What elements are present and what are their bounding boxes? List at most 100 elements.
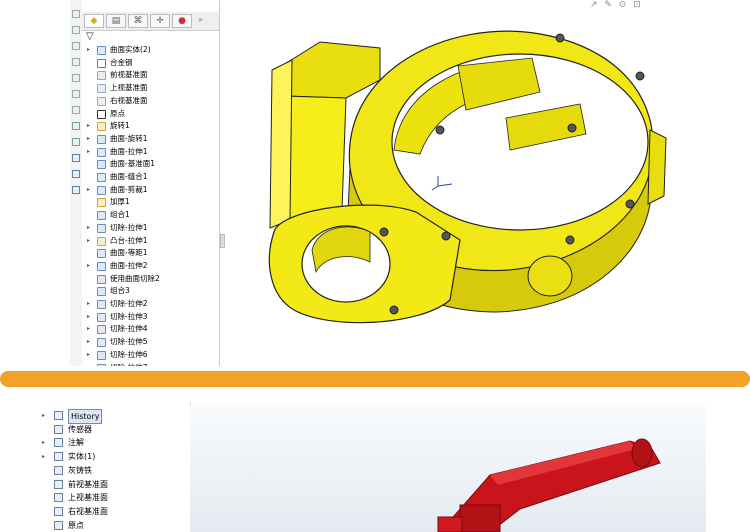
feature-tree-item-label: 曲面-基准面1 xyxy=(110,159,155,169)
feature-tree-item-label: 原点 xyxy=(110,108,125,118)
offset-surface-icon xyxy=(97,249,106,259)
expand-arrow-icon[interactable]: ▸ xyxy=(87,146,93,158)
solid-bodies-icon xyxy=(54,452,63,462)
dimxpert-tab-icon[interactable]: ✛ xyxy=(150,14,170,28)
doc-icon[interactable] xyxy=(72,106,80,114)
knit-surface-icon xyxy=(97,173,106,182)
tool-icon[interactable] xyxy=(72,138,80,146)
feature-tree-item-label: 切除-拉伸6 xyxy=(110,349,148,359)
doc-icon[interactable] xyxy=(72,42,80,50)
cut-extrude-icon xyxy=(97,312,106,322)
doc-icon[interactable] xyxy=(72,58,80,66)
configuration-tab-icon[interactable]: ⌘ xyxy=(128,14,148,28)
expand-arrow-icon[interactable]: ▸ xyxy=(87,222,93,234)
origin-icon xyxy=(97,109,106,119)
feature-tree-item-label: 旋转1 xyxy=(110,121,130,131)
expand-arrow-icon[interactable]: ▸ xyxy=(87,44,93,56)
bottom-tree-item-label: 注解 xyxy=(68,438,84,448)
feature-tree-item-label: 曲面-拉伸1 xyxy=(110,146,148,156)
plane-icon xyxy=(97,96,106,106)
tool-icon[interactable] xyxy=(72,154,80,162)
tool-icon[interactable] xyxy=(72,122,80,130)
expand-arrow-icon[interactable]: ▸ xyxy=(87,133,93,145)
surface-bodies-icon xyxy=(97,46,106,55)
feature-tree-item-label: 加厚1 xyxy=(110,197,130,207)
feature-tree-item-label: 凸台-拉伸1 xyxy=(110,235,148,245)
feature-manager-tabs: ◆ ▤ ⌘ ✛ ● » xyxy=(82,12,219,31)
doc-icon[interactable] xyxy=(72,90,80,98)
doc-icon[interactable] xyxy=(72,26,80,34)
expand-arrow-icon[interactable]: ▸ xyxy=(87,362,93,367)
feature-tree-item-label: 组合3 xyxy=(110,286,130,296)
bottom-tree-item-label: 右视基准面 xyxy=(68,506,108,516)
new-doc-icon[interactable] xyxy=(72,10,80,18)
expand-arrow-icon[interactable]: ▸ xyxy=(42,436,45,449)
expand-arrow-icon[interactable]: ▸ xyxy=(87,184,93,196)
filter-icon[interactable]: ▽ xyxy=(86,31,94,42)
expand-arrow-icon[interactable]: ▸ xyxy=(87,336,93,348)
feature-tree-item-label: 上视基准面 xyxy=(110,83,148,93)
feature-tree-item-label: 曲面实体(2) xyxy=(110,45,151,54)
plane-icon xyxy=(97,71,106,81)
expand-arrow-icon[interactable]: ▸ xyxy=(87,349,93,361)
feature-tree-item-label: 曲面-剪裁1 xyxy=(110,184,148,194)
cut-extrude-icon xyxy=(97,325,106,335)
surface-revolve-icon xyxy=(97,134,106,144)
feature-tree-tab-icon[interactable]: ◆ xyxy=(84,14,104,28)
expand-arrow-icon[interactable]: ▸ xyxy=(42,450,45,463)
feature-tree-item-label: 切除-拉伸2 xyxy=(110,299,148,308)
plane-icon xyxy=(54,493,63,503)
surface-cut-icon xyxy=(97,274,106,284)
view-toolbar-icon[interactable]: ↗ ✎ ⊙ ⊡ xyxy=(590,0,643,10)
display-manager-tab-icon[interactable]: ● xyxy=(172,14,192,28)
tool-icon[interactable] xyxy=(72,186,80,194)
expand-arrow-icon[interactable]: ▸ xyxy=(87,120,93,132)
expand-arrow-icon[interactable]: ▸ xyxy=(87,298,93,310)
expand-panel-icon[interactable]: » xyxy=(198,15,203,24)
plane-icon xyxy=(97,84,106,94)
origin-icon xyxy=(54,520,63,530)
cut-extrude-icon xyxy=(97,363,106,366)
plane-icon xyxy=(54,506,63,516)
planar-surface-icon xyxy=(97,160,106,170)
bottom-tree-item-label: 灰铸铁 xyxy=(68,465,92,475)
feature-tree-item-label: 曲面-旋转1 xyxy=(110,133,148,143)
feature-tree-item-label: 切除-拉伸4 xyxy=(110,324,148,334)
orange-divider xyxy=(0,371,750,387)
top-screenshot: ◆ ▤ ⌘ ✛ ● » ▽ ▸ 曲面实体(2) 合金钢 前视基准面 上视基准面 右视基准面… xyxy=(70,0,674,366)
trim-surface-icon xyxy=(97,185,106,195)
expand-arrow-icon[interactable]: ▸ xyxy=(87,311,93,323)
history-icon xyxy=(54,411,63,420)
bottom-tree-item-label: 前视基准面 xyxy=(68,479,108,489)
bottom-tree-item-label: 原点 xyxy=(68,520,84,530)
cut-extrude-icon xyxy=(97,223,106,233)
expand-arrow-icon[interactable]: ▸ xyxy=(87,260,93,272)
bottom-graphics-viewport[interactable] xyxy=(190,405,706,532)
bottom-tree-item-label: 实体(1) xyxy=(68,452,96,462)
thicken-icon xyxy=(97,198,106,208)
surface-extrude-icon xyxy=(97,261,106,271)
bottom-screenshot: ▸ History 传感器 ▸ 注解 ▸ 实体(1) 灰铸铁 前视基准面 上视基准面 右视基准面 原点 xyxy=(40,401,706,532)
expand-arrow-icon[interactable]: ▸ xyxy=(87,323,93,335)
feature-tree-item-label: 前视基准面 xyxy=(110,70,148,80)
material-icon xyxy=(54,465,63,475)
expand-arrow-icon[interactable]: ▸ xyxy=(42,409,45,422)
feature-tree-item-label: 使用曲面切除2 xyxy=(110,273,160,283)
feature-tree-item-label: 切除-拉伸3 xyxy=(110,311,148,321)
cut-extrude-icon xyxy=(97,350,106,360)
graphics-viewport[interactable] xyxy=(220,0,674,366)
combine-icon xyxy=(97,211,106,221)
revolve-icon xyxy=(97,122,106,132)
property-manager-tab-icon[interactable]: ▤ xyxy=(106,14,126,28)
panel-splitter[interactable] xyxy=(220,234,225,248)
yellow-part-model xyxy=(268,30,667,324)
boss-extrude-icon xyxy=(97,236,106,246)
tool-icon[interactable] xyxy=(72,170,80,178)
bottom-feature-tree: ▸ History 传感器 ▸ 注解 ▸ 实体(1) 灰铸铁 前视基准面 上视基准面 右视基准面 原点 xyxy=(40,401,191,532)
surface-extrude-icon xyxy=(97,147,106,157)
feature-tree-item-label: 切除-拉伸5 xyxy=(110,337,148,347)
feature-tree-item-label: 曲面-等距1 xyxy=(110,248,148,258)
expand-arrow-icon[interactable]: ▸ xyxy=(87,235,93,247)
feature-manager-panel: ◆ ▤ ⌘ ✛ ● » ▽ ▸ 曲面实体(2) 合金钢 前视基准面 上视基准面 右视基准面… xyxy=(82,0,231,367)
doc-icon[interactable] xyxy=(72,74,80,82)
